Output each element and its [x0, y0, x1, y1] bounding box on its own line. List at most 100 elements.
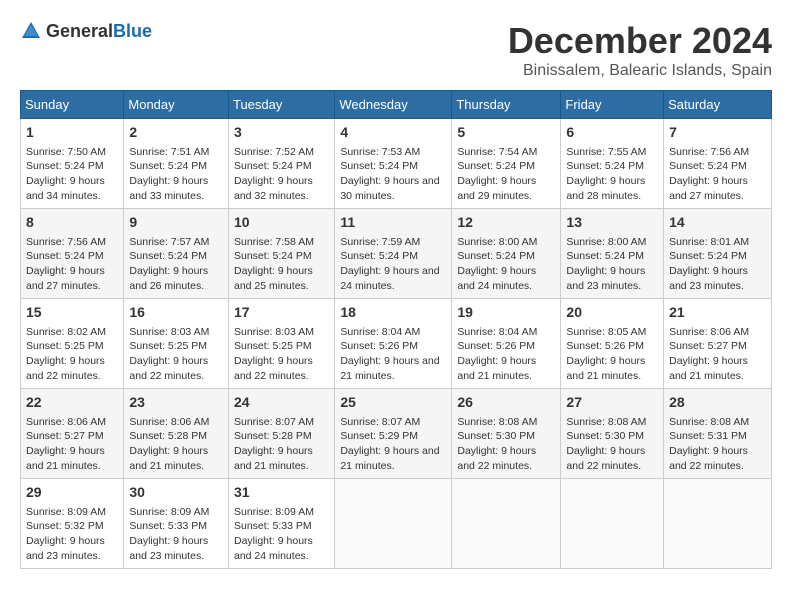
day-info: Sunrise: 8:09 AMSunset: 5:32 PMDaylight:…	[26, 505, 118, 564]
day-info: Sunrise: 7:56 AMSunset: 5:24 PMDaylight:…	[669, 145, 766, 204]
weekday-header-wednesday: Wednesday	[335, 91, 452, 119]
calendar-day-cell: 30Sunrise: 8:09 AMSunset: 5:33 PMDayligh…	[124, 479, 229, 569]
day-info: Sunrise: 7:57 AMSunset: 5:24 PMDaylight:…	[129, 235, 223, 294]
day-info: Sunrise: 7:59 AMSunset: 5:24 PMDaylight:…	[340, 235, 446, 294]
calendar-day-cell	[452, 479, 561, 569]
day-number: 15	[26, 303, 118, 323]
day-number: 29	[26, 483, 118, 503]
day-info: Sunrise: 8:08 AMSunset: 5:30 PMDaylight:…	[566, 415, 658, 474]
day-info: Sunrise: 8:03 AMSunset: 5:25 PMDaylight:…	[234, 325, 329, 384]
day-info: Sunrise: 7:55 AMSunset: 5:24 PMDaylight:…	[566, 145, 658, 204]
calendar-week-row: 22Sunrise: 8:06 AMSunset: 5:27 PMDayligh…	[21, 389, 772, 479]
day-info: Sunrise: 8:00 AMSunset: 5:24 PMDaylight:…	[457, 235, 555, 294]
calendar-day-cell: 31Sunrise: 8:09 AMSunset: 5:33 PMDayligh…	[228, 479, 334, 569]
day-info: Sunrise: 8:07 AMSunset: 5:28 PMDaylight:…	[234, 415, 329, 474]
day-number: 12	[457, 213, 555, 233]
calendar-day-cell: 8Sunrise: 7:56 AMSunset: 5:24 PMDaylight…	[21, 209, 124, 299]
calendar-week-row: 15Sunrise: 8:02 AMSunset: 5:25 PMDayligh…	[21, 299, 772, 389]
day-info: Sunrise: 8:06 AMSunset: 5:27 PMDaylight:…	[669, 325, 766, 384]
day-number: 18	[340, 303, 446, 323]
day-number: 11	[340, 213, 446, 233]
day-info: Sunrise: 8:00 AMSunset: 5:24 PMDaylight:…	[566, 235, 658, 294]
day-number: 14	[669, 213, 766, 233]
calendar-day-cell: 17Sunrise: 8:03 AMSunset: 5:25 PMDayligh…	[228, 299, 334, 389]
day-number: 20	[566, 303, 658, 323]
day-number: 25	[340, 393, 446, 413]
day-info: Sunrise: 8:07 AMSunset: 5:29 PMDaylight:…	[340, 415, 446, 474]
day-number: 31	[234, 483, 329, 503]
day-number: 3	[234, 123, 329, 143]
logo: GeneralBlue	[20, 20, 152, 42]
day-info: Sunrise: 7:52 AMSunset: 5:24 PMDaylight:…	[234, 145, 329, 204]
calendar-day-cell: 13Sunrise: 8:00 AMSunset: 5:24 PMDayligh…	[561, 209, 664, 299]
location-title: Binissalem, Balearic Islands, Spain	[508, 62, 772, 80]
calendar-table: SundayMondayTuesdayWednesdayThursdayFrid…	[20, 90, 772, 569]
weekday-header-saturday: Saturday	[664, 91, 772, 119]
calendar-day-cell: 14Sunrise: 8:01 AMSunset: 5:24 PMDayligh…	[664, 209, 772, 299]
weekday-header-monday: Monday	[124, 91, 229, 119]
day-info: Sunrise: 8:05 AMSunset: 5:26 PMDaylight:…	[566, 325, 658, 384]
day-info: Sunrise: 8:04 AMSunset: 5:26 PMDaylight:…	[340, 325, 446, 384]
weekday-header-thursday: Thursday	[452, 91, 561, 119]
day-number: 2	[129, 123, 223, 143]
day-info: Sunrise: 8:06 AMSunset: 5:28 PMDaylight:…	[129, 415, 223, 474]
calendar-day-cell: 16Sunrise: 8:03 AMSunset: 5:25 PMDayligh…	[124, 299, 229, 389]
calendar-day-cell: 2Sunrise: 7:51 AMSunset: 5:24 PMDaylight…	[124, 119, 229, 209]
calendar-day-cell	[335, 479, 452, 569]
day-info: Sunrise: 7:58 AMSunset: 5:24 PMDaylight:…	[234, 235, 329, 294]
day-info: Sunrise: 8:01 AMSunset: 5:24 PMDaylight:…	[669, 235, 766, 294]
day-number: 9	[129, 213, 223, 233]
calendar-day-cell: 10Sunrise: 7:58 AMSunset: 5:24 PMDayligh…	[228, 209, 334, 299]
calendar-day-cell: 21Sunrise: 8:06 AMSunset: 5:27 PMDayligh…	[664, 299, 772, 389]
calendar-day-cell	[561, 479, 664, 569]
calendar-day-cell: 6Sunrise: 7:55 AMSunset: 5:24 PMDaylight…	[561, 119, 664, 209]
calendar-day-cell: 12Sunrise: 8:00 AMSunset: 5:24 PMDayligh…	[452, 209, 561, 299]
calendar-day-cell: 24Sunrise: 8:07 AMSunset: 5:28 PMDayligh…	[228, 389, 334, 479]
day-number: 24	[234, 393, 329, 413]
calendar-day-cell	[664, 479, 772, 569]
calendar-week-row: 8Sunrise: 7:56 AMSunset: 5:24 PMDaylight…	[21, 209, 772, 299]
day-info: Sunrise: 8:06 AMSunset: 5:27 PMDaylight:…	[26, 415, 118, 474]
weekday-header-friday: Friday	[561, 91, 664, 119]
day-info: Sunrise: 8:09 AMSunset: 5:33 PMDaylight:…	[129, 505, 223, 564]
day-number: 30	[129, 483, 223, 503]
weekday-header-sunday: Sunday	[21, 91, 124, 119]
day-info: Sunrise: 8:03 AMSunset: 5:25 PMDaylight:…	[129, 325, 223, 384]
calendar-week-row: 29Sunrise: 8:09 AMSunset: 5:32 PMDayligh…	[21, 479, 772, 569]
day-info: Sunrise: 8:08 AMSunset: 5:30 PMDaylight:…	[457, 415, 555, 474]
calendar-day-cell: 1Sunrise: 7:50 AMSunset: 5:24 PMDaylight…	[21, 119, 124, 209]
day-number: 10	[234, 213, 329, 233]
calendar-day-cell: 22Sunrise: 8:06 AMSunset: 5:27 PMDayligh…	[21, 389, 124, 479]
calendar-day-cell: 19Sunrise: 8:04 AMSunset: 5:26 PMDayligh…	[452, 299, 561, 389]
day-number: 21	[669, 303, 766, 323]
day-info: Sunrise: 8:04 AMSunset: 5:26 PMDaylight:…	[457, 325, 555, 384]
weekday-header-row: SundayMondayTuesdayWednesdayThursdayFrid…	[21, 91, 772, 119]
day-info: Sunrise: 8:08 AMSunset: 5:31 PMDaylight:…	[669, 415, 766, 474]
day-info: Sunrise: 7:54 AMSunset: 5:24 PMDaylight:…	[457, 145, 555, 204]
day-info: Sunrise: 7:50 AMSunset: 5:24 PMDaylight:…	[26, 145, 118, 204]
calendar-day-cell: 28Sunrise: 8:08 AMSunset: 5:31 PMDayligh…	[664, 389, 772, 479]
calendar-day-cell: 15Sunrise: 8:02 AMSunset: 5:25 PMDayligh…	[21, 299, 124, 389]
day-number: 22	[26, 393, 118, 413]
day-info: Sunrise: 8:09 AMSunset: 5:33 PMDaylight:…	[234, 505, 329, 564]
logo-general: GeneralBlue	[46, 21, 152, 42]
day-number: 19	[457, 303, 555, 323]
calendar-day-cell: 23Sunrise: 8:06 AMSunset: 5:28 PMDayligh…	[124, 389, 229, 479]
day-number: 6	[566, 123, 658, 143]
calendar-day-cell: 7Sunrise: 7:56 AMSunset: 5:24 PMDaylight…	[664, 119, 772, 209]
calendar-day-cell: 4Sunrise: 7:53 AMSunset: 5:24 PMDaylight…	[335, 119, 452, 209]
day-number: 5	[457, 123, 555, 143]
page-header: GeneralBlue December 2024 Binissalem, Ba…	[20, 20, 772, 80]
day-number: 7	[669, 123, 766, 143]
day-number: 8	[26, 213, 118, 233]
day-info: Sunrise: 7:53 AMSunset: 5:24 PMDaylight:…	[340, 145, 446, 204]
day-number: 26	[457, 393, 555, 413]
calendar-week-row: 1Sunrise: 7:50 AMSunset: 5:24 PMDaylight…	[21, 119, 772, 209]
day-number: 16	[129, 303, 223, 323]
title-section: December 2024 Binissalem, Balearic Islan…	[508, 20, 772, 80]
logo-icon	[20, 20, 42, 42]
weekday-header-tuesday: Tuesday	[228, 91, 334, 119]
day-number: 27	[566, 393, 658, 413]
calendar-day-cell: 29Sunrise: 8:09 AMSunset: 5:32 PMDayligh…	[21, 479, 124, 569]
day-info: Sunrise: 8:02 AMSunset: 5:25 PMDaylight:…	[26, 325, 118, 384]
